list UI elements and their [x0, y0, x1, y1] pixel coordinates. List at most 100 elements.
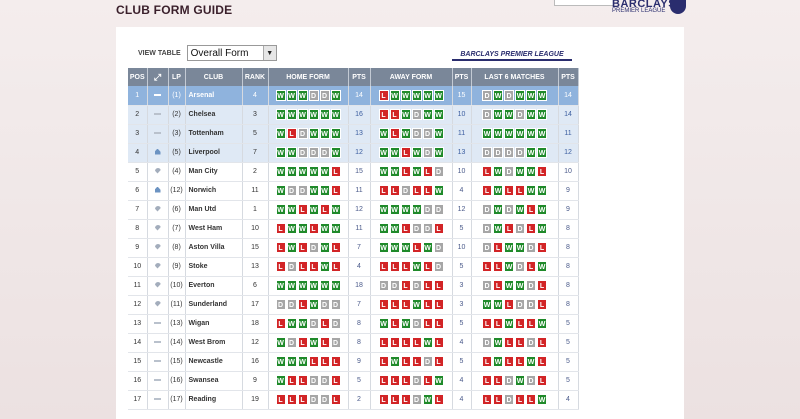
last6-pts-cell: 12: [558, 143, 579, 163]
table-row[interactable]: 8 (7) West Ham 10 L W W L W W 11 W W L D D L 5 D W L D L W 8: [128, 219, 579, 239]
club-name-cell: Arsenal: [185, 86, 243, 106]
home-form-cell: WLLDDL: [268, 371, 349, 391]
result-badge-win: W: [389, 89, 400, 101]
result-badge-loss: L: [275, 242, 286, 253]
table-row[interactable]: 9 (8) Aston Villa 15 L W L D W L 7 W W W L W D 10 D L W W D L 8: [128, 238, 579, 258]
result-badge-loss: L: [433, 394, 444, 405]
home-pts-cell: 11: [348, 219, 371, 239]
result-badge-win: W: [330, 280, 341, 291]
result-badge-win: W: [433, 109, 444, 120]
home-form-cell: WWWWWW: [268, 105, 349, 125]
last6-form-cell: LLDLLW: [471, 390, 559, 410]
col-last6-pts-header[interactable]: PTS: [558, 68, 579, 86]
result-badge-loss: L: [297, 204, 308, 215]
table-row[interactable]: 13 (13) Wigan 18 L W W D L D 8 W L W D L L 5 L L W L L W 5: [128, 314, 579, 334]
home-form-cell: LWWLWW: [268, 219, 349, 239]
no-change-icon: [154, 398, 161, 401]
result-badge-loss: L: [504, 299, 514, 310]
result-badge-loss: L: [526, 318, 536, 329]
home-form-cell: LWWDLD: [268, 314, 349, 334]
result-badge-win: W: [319, 242, 330, 253]
col-last-position-header[interactable]: LP: [168, 68, 186, 86]
result-badge-win: W: [319, 185, 330, 196]
last6-pts-cell: 14: [558, 86, 579, 106]
result-badge-win: W: [537, 89, 547, 101]
col-movement-header[interactable]: ⤢: [147, 68, 169, 86]
result-badge-win: W: [297, 109, 308, 120]
view-table-select[interactable]: Overall Form ▼: [186, 45, 277, 61]
table-row[interactable]: 2 (2) Chelsea 3 W W W W W W 16 L L W D W W 10 D W W D W W 14: [128, 105, 579, 125]
view-table-controls: VIEW TABLE Overall Form ▼: [138, 45, 277, 61]
table-row[interactable]: 16 (16) Swansea 9 W L L D D L 5 L L L D L W 4 L L D W D L 5: [128, 371, 579, 391]
col-club-header[interactable]: CLUB: [185, 68, 243, 86]
col-home-pts-header[interactable]: PTS: [348, 68, 371, 86]
table-row[interactable]: 11 (10) Everton 6 W W W W W W 18 D D L D L L 3 D L W W D L 8: [128, 276, 579, 296]
result-badge-win: W: [378, 166, 389, 177]
result-badge-win: W: [275, 280, 286, 291]
result-badge-win: W: [504, 261, 514, 272]
no-change-icon: [154, 132, 161, 135]
last-position-cell: (15): [168, 352, 186, 372]
result-badge-win: W: [275, 204, 286, 215]
away-pts-cell: 4: [452, 390, 472, 410]
club-name-cell: Chelsea: [185, 105, 243, 125]
result-badge-loss: L: [297, 375, 308, 386]
table-row[interactable]: 4 (5) Liverpool 7 W W D D D W 12 W W L W D W 13 D D D D W W 12: [128, 143, 579, 163]
table-row[interactable]: 5 (4) Man City 2 W W W W W L 15 W W L W L D 10 L W D W W L 10: [128, 162, 579, 182]
chevron-down-icon[interactable]: ▼: [262, 46, 276, 60]
no-change-icon: [154, 113, 161, 116]
table-row[interactable]: 1 (1) Arsenal 4 W W W D D W 14 L W W W W W 15 D W D W W W 14: [128, 86, 579, 106]
away-form-cell: WWWWDD: [370, 200, 453, 220]
table-row[interactable]: 6 (12) Norwich 11 W D D W W L 11 L L D L L W 4 L W L L W W 9: [128, 181, 579, 201]
no-change-icon: [154, 341, 161, 344]
table-row[interactable]: 7 (6) Man Utd 1 W W L W L W 12 W W W W D D 12 D W D W L W 9: [128, 200, 579, 220]
result-badge-win: W: [319, 223, 330, 234]
result-badge-draw: D: [297, 147, 308, 158]
result-badge-win: W: [308, 299, 319, 310]
away-form-cell: WWLDDL: [370, 219, 453, 239]
table-row[interactable]: 3 (3) Tottenham 5 W L D W W W 13 W L W D D W 11 W W W W W W 11: [128, 124, 579, 144]
result-badge-loss: L: [308, 261, 319, 272]
away-form-cell: WLWDDW: [370, 124, 453, 144]
arrow-up-icon: [154, 148, 161, 155]
rank-cell: 1: [242, 200, 269, 220]
last-position-cell: (13): [168, 314, 186, 334]
result-badge-win: W: [297, 318, 308, 329]
result-badge-draw: D: [515, 109, 525, 120]
result-badge-loss: L: [297, 299, 308, 310]
table-row[interactable]: 12 (11) Sunderland 17 D D L W D D 7 L L L W L L 3 W W L D D L 8: [128, 295, 579, 315]
last-position-cell: (4): [168, 162, 186, 182]
result-badge-win: W: [308, 109, 319, 120]
result-badge-win: W: [330, 147, 341, 158]
result-badge-win: W: [537, 261, 547, 272]
table-row[interactable]: 10 (9) Stoke 13 L D L L W L 4 L L L W L D 5 L L W D L W 8: [128, 257, 579, 277]
result-badge-win: W: [493, 204, 503, 215]
result-badge-loss: L: [433, 299, 444, 310]
result-badge-win: W: [433, 185, 444, 196]
last6-form-cell: DLWWDL: [471, 238, 559, 258]
col-rank-header[interactable]: RANK: [242, 68, 269, 86]
result-badge-draw: D: [286, 299, 297, 310]
table-row[interactable]: 14 (14) West Brom 12 W D L W L D 8 L L L L W L 4 D W L L D L 5: [128, 333, 579, 353]
table-row[interactable]: 15 (15) Newcastle 16 W W W L L L 9 L W L L D L 5 L W L L W L 5: [128, 352, 579, 372]
table-header-row: POS ⤢ LP CLUB RANK HOME FORM PTS AWAY FORM PTS LA…: [128, 68, 579, 86]
result-badge-loss: L: [493, 280, 503, 291]
result-badge-loss: L: [297, 394, 308, 405]
result-badge-draw: D: [482, 204, 492, 215]
result-badge-loss: L: [537, 356, 547, 367]
result-badge-loss: L: [400, 261, 411, 272]
movement-cell: [147, 219, 169, 239]
result-badge-draw: D: [493, 147, 503, 158]
club-name-cell: Reading: [185, 390, 243, 410]
col-away-form-header[interactable]: AWAY FORM: [370, 68, 453, 86]
last6-pts-cell: 5: [558, 352, 579, 372]
col-away-pts-header[interactable]: PTS: [452, 68, 472, 86]
search-input[interactable]: [554, 0, 614, 6]
col-home-form-header[interactable]: HOME FORM: [268, 68, 349, 86]
col-pos-header[interactable]: POS: [128, 68, 148, 86]
result-badge-draw: D: [319, 147, 330, 158]
table-row[interactable]: 17 (17) Reading 19 L L L D D L 2 L L L D W L 4 L L D L L W 4: [128, 390, 579, 410]
col-last6-header[interactable]: LAST 6 MATCHES: [471, 68, 559, 86]
movement-cell: [147, 371, 169, 391]
result-badge-win: W: [378, 128, 389, 139]
